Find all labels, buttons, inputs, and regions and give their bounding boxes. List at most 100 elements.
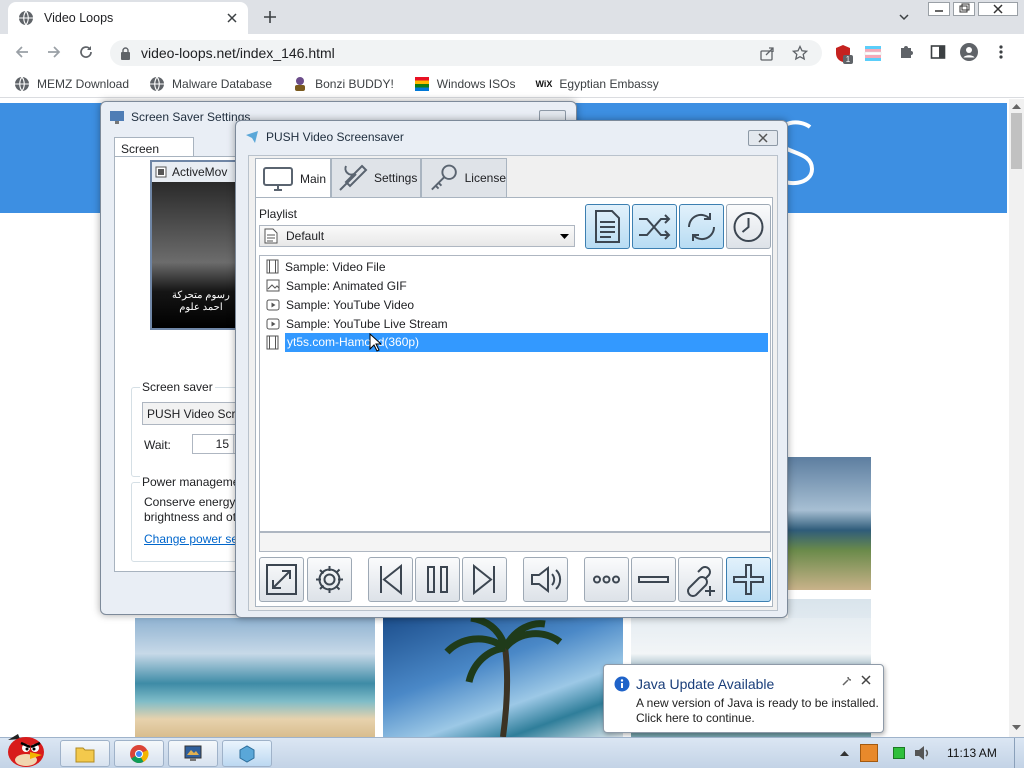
skip-back-icon [380,563,402,596]
list-item[interactable]: Sample: YouTube Video [260,295,770,314]
options-wrench-icon[interactable] [841,675,853,687]
tab-strip: Video Loops [0,0,1024,34]
add-button[interactable] [726,557,771,602]
bookmark-star-icon[interactable] [792,45,808,61]
tab-search-icon[interactable] [898,11,910,23]
plus-icon [733,564,764,595]
network-tray-icon[interactable] [893,747,905,759]
profile-avatar-icon[interactable] [960,43,978,61]
new-tab-icon[interactable] [262,9,278,25]
java-update-notification[interactable]: Java Update Available A new version of J… [603,664,884,733]
bookmark-item[interactable]: Malware Database [149,76,272,92]
side-panel-icon[interactable] [930,44,946,60]
fullscreen-button[interactable] [259,557,304,602]
address-bar[interactable]: video-loops.net/index_146.html [110,40,822,66]
url-text[interactable]: video-loops.net/index_146.html [141,45,335,61]
monitor-icon [110,111,124,124]
timer-button[interactable] [726,204,771,249]
taskbar-explorer[interactable] [60,740,110,767]
playlist-edit-button[interactable] [585,204,630,249]
list-item[interactable]: Sample: Video File [260,257,770,276]
clock[interactable]: 11:13 AM [947,746,997,760]
preview-caption-line: احمد علوم [179,302,223,313]
more-button[interactable] [584,557,629,602]
volume-tray-icon[interactable] [913,745,931,761]
volume-button[interactable] [523,557,568,602]
minimize-button[interactable] [928,2,950,16]
bookmark-item[interactable]: WiX Egyptian Embassy [535,77,658,91]
pause-button[interactable] [415,557,460,602]
close-button[interactable] [748,130,778,146]
playlist-list[interactable]: Sample: Video File Sample: Animated GIF … [259,255,771,532]
sandy-beach-photo[interactable] [135,618,375,737]
beach-photo[interactable] [788,457,871,590]
back-icon[interactable] [14,44,30,60]
page-scrollbar[interactable] [1009,99,1024,737]
wait-value: 15 [215,437,229,451]
timer-icon [733,212,764,242]
java-tray-icon[interactable] [860,744,878,762]
item-label: Sample: Video File [285,259,386,274]
list-item[interactable]: Sample: YouTube Live Stream [260,314,770,333]
notification-line: A new version of Java is ready to be ins… [636,696,879,710]
tab-main[interactable]: Main [255,158,331,198]
wix-icon: WiX [535,78,553,89]
push-body: Main Settings License Playlist Default S… [248,155,778,611]
show-hidden-icons[interactable] [840,750,849,756]
tab-settings[interactable]: Settings [331,158,421,198]
next-button[interactable] [462,557,507,602]
minus-icon [638,576,669,583]
folder-icon [75,747,95,762]
share-icon[interactable] [760,46,775,61]
bookmark-item[interactable]: Windows ISOs [414,76,515,92]
show-desktop-button[interactable] [1014,738,1024,768]
tab-screen-saver[interactable]: Screen Saver [114,137,194,170]
taskbar-push-video[interactable] [222,740,272,767]
reload-icon[interactable] [78,44,94,60]
shuffle-button[interactable] [632,204,677,249]
remove-button[interactable] [631,557,676,602]
taskbar-chrome[interactable] [114,740,164,767]
lock-icon[interactable] [120,46,131,60]
start-button[interactable] [2,730,52,768]
dialog-titlebar[interactable]: PUSH Video Screensaver [236,121,787,153]
list-item-selected[interactable]: yt5s.com-Hamoud(360p) [260,333,770,352]
close-tab-icon[interactable] [226,12,238,24]
film-icon [266,335,279,350]
scroll-thumb[interactable] [1011,113,1022,169]
scroll-up-icon[interactable] [1012,103,1021,109]
status-bar [259,532,771,552]
extension-shield-icon[interactable]: 1 [834,44,854,64]
add-link-button[interactable] [678,557,723,602]
menu-kebab-icon[interactable] [998,44,1004,60]
restore-button[interactable] [953,2,975,16]
document-icon [595,210,620,243]
film-icon [266,259,279,274]
extensions-puzzle-icon[interactable] [898,44,914,60]
list-item[interactable]: Sample: Animated GIF [260,276,770,295]
bookmark-item[interactable]: MEMZ Download [14,76,129,92]
preview-title: ActiveMov [172,165,228,179]
globe-icon [18,10,34,26]
extension-flag-icon[interactable] [864,45,882,61]
forward-icon[interactable] [46,44,62,60]
playlist-select[interactable]: Default [259,225,575,247]
close-icon[interactable] [861,675,871,685]
palm-tree-photo[interactable] [383,618,623,737]
item-label: Sample: YouTube Video [286,297,415,312]
angry-bird-icon [8,734,44,767]
key-icon [431,164,457,191]
taskbar-screensaver-settings[interactable] [168,740,218,767]
bookmark-label: Malware Database [172,76,273,91]
palm-silhouette [444,618,563,737]
shuffle-icon [639,214,671,240]
options-button[interactable] [307,557,352,602]
scroll-down-icon[interactable] [1012,725,1021,731]
previous-button[interactable] [368,557,413,602]
change-power-link[interactable]: Change power set [144,532,241,546]
bookmark-item[interactable]: Bonzi BUDDY! [292,76,394,92]
browser-tab[interactable]: Video Loops [8,2,248,34]
repeat-button[interactable] [679,204,724,249]
close-window-button[interactable] [978,2,1018,16]
tab-license[interactable]: License [421,158,507,198]
